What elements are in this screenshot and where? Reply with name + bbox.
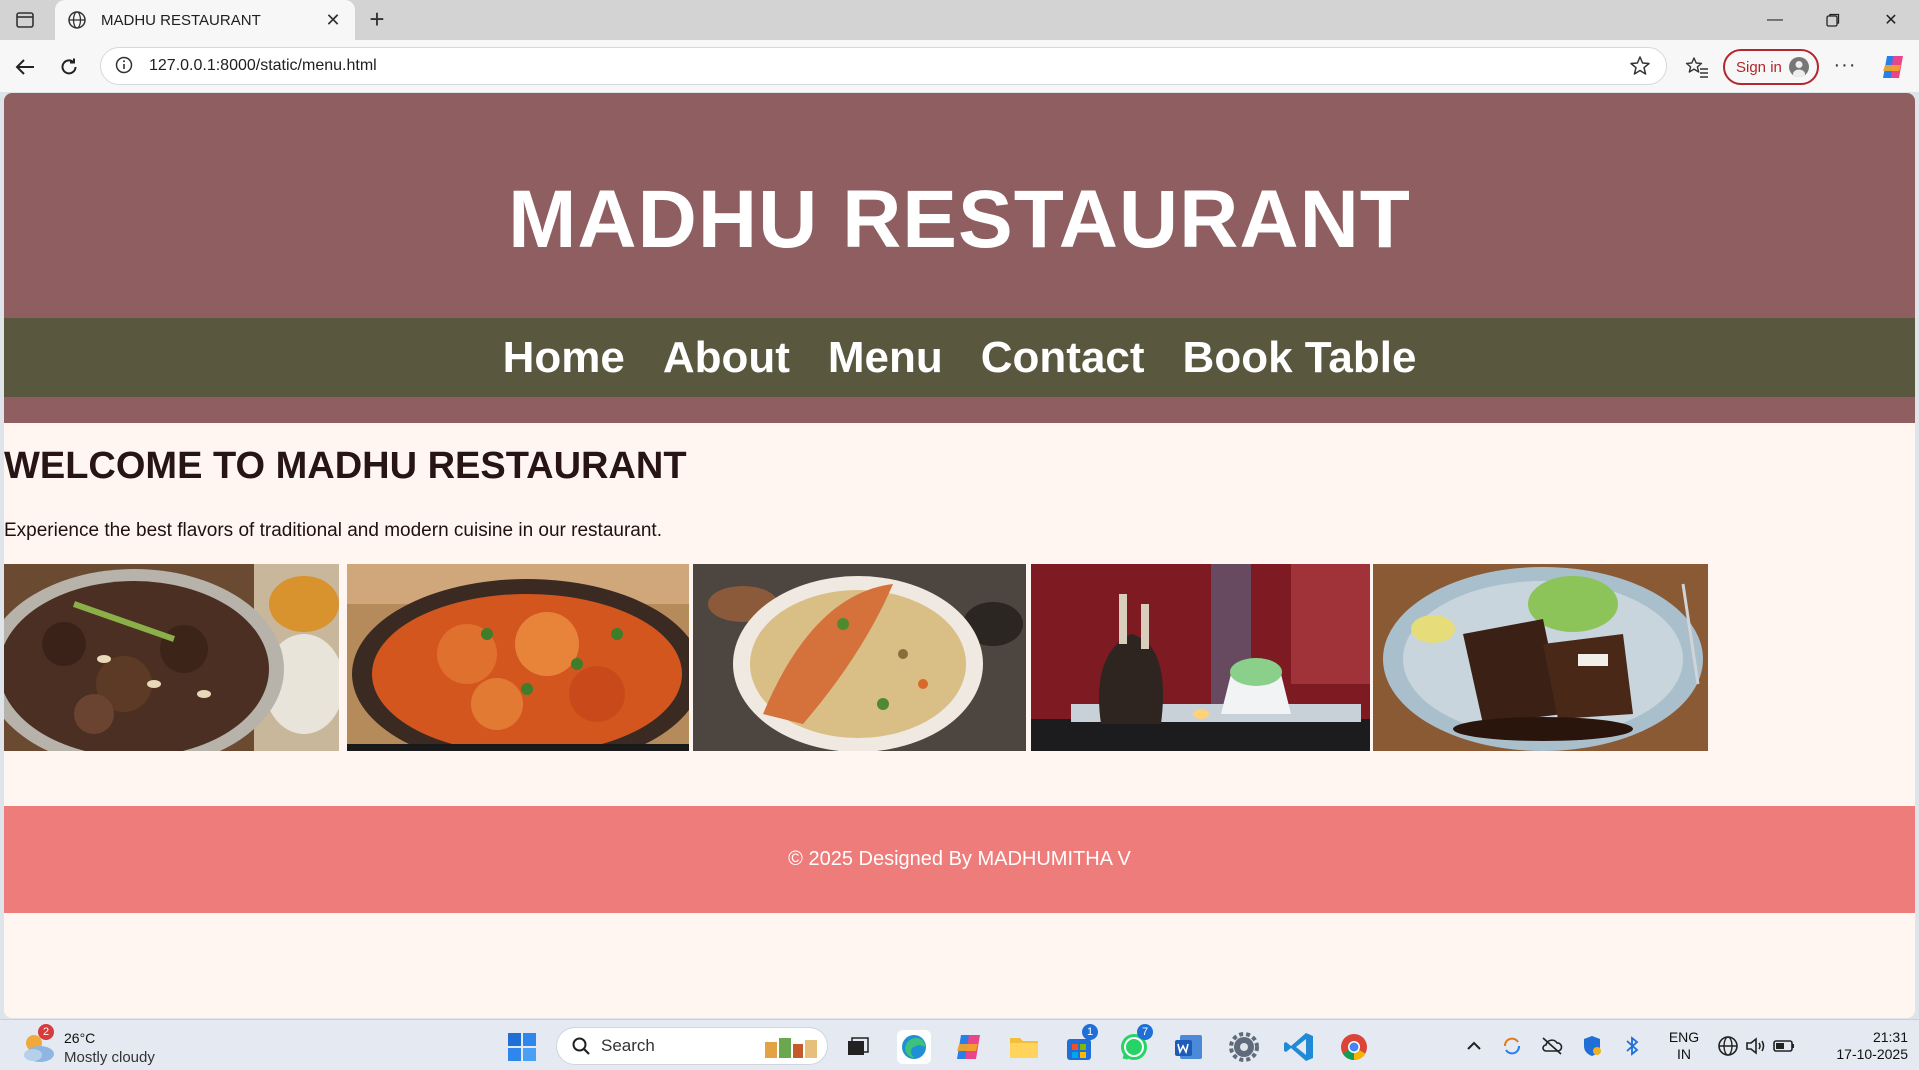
language-line1: ENG	[1668, 1029, 1700, 1045]
weather-temp: 26°C	[64, 1030, 96, 1046]
window-close-icon[interactable]: ✕	[1876, 8, 1906, 32]
nav-link-book-table[interactable]: Book Table	[1183, 333, 1417, 383]
site-header: MADHU RESTAURANT Home About Menu Contact…	[4, 93, 1915, 423]
info-icon[interactable]	[115, 56, 135, 76]
address-bar[interactable]: 127.0.0.1:8000/static/menu.html	[100, 47, 1667, 85]
word-icon[interactable]	[1172, 1030, 1206, 1064]
url-text[interactable]: 127.0.0.1:8000/static/menu.html	[149, 57, 1628, 75]
nav-link-home[interactable]: Home	[503, 333, 625, 383]
chevron-up-icon[interactable]	[1462, 1034, 1486, 1058]
favorites-button[interactable]	[1682, 53, 1712, 81]
battery-icon[interactable]	[1772, 1034, 1796, 1058]
back-button[interactable]	[10, 52, 40, 82]
weather-badge: 2	[38, 1024, 54, 1040]
pork-ribs-photo	[1373, 564, 1708, 751]
clock-date: 17-10-2025	[1836, 1046, 1908, 1062]
sidebar-icon	[16, 12, 34, 28]
nav-link-menu[interactable]: Menu	[828, 333, 943, 383]
star-icon[interactable]	[1628, 54, 1652, 78]
welcome-heading: WELCOME TO MADHU RESTAURANT	[4, 445, 687, 487]
plus-icon[interactable]: +	[363, 6, 391, 34]
settings-gear-icon[interactable]	[1227, 1030, 1261, 1064]
close-icon[interactable]: ✕	[323, 10, 343, 31]
weather-widget[interactable]: 2 26°C Mostly cloudy	[20, 1024, 180, 1068]
browser-tab-bar: MADHU RESTAURANT ✕ + — ✕	[0, 0, 1919, 40]
microsoft-store-icon[interactable]: 1	[1062, 1024, 1098, 1064]
language-indicator[interactable]: ENG IN	[1666, 1029, 1702, 1063]
copilot-icon[interactable]	[1878, 52, 1908, 82]
refresh-icon	[61, 58, 77, 75]
taskbar: 2 26°C Mostly cloudy Search 1 7 ENG IN 2…	[0, 1019, 1919, 1070]
nav-link-about[interactable]: About	[663, 333, 790, 383]
nav-link-contact[interactable]: Contact	[981, 333, 1145, 383]
page-viewport: MADHU RESTAURANT Home About Menu Contact…	[4, 93, 1915, 1018]
file-explorer-icon[interactable]	[1007, 1030, 1041, 1064]
edge-icon[interactable]	[897, 1030, 931, 1064]
footer-copyright: © 2025 Designed By MADHUMITHA V	[788, 848, 1131, 870]
sync-icon[interactable]	[1500, 1034, 1524, 1058]
sign-in-label: Sign in	[1736, 58, 1782, 76]
weather-condition: Mostly cloudy	[64, 1049, 155, 1066]
grilled-lamb-chops-photo	[1031, 564, 1370, 751]
globe-icon	[67, 10, 87, 30]
arrow-left-icon	[15, 59, 34, 75]
volume-icon[interactable]	[1744, 1034, 1768, 1058]
system-clock[interactable]: 21:31 17-10-2025	[1808, 1029, 1908, 1063]
task-view-icon[interactable]	[840, 1030, 874, 1064]
language-line2: IN	[1677, 1046, 1691, 1062]
vscode-icon[interactable]	[1282, 1030, 1316, 1064]
tab-title: MADHU RESTAURANT	[101, 11, 261, 29]
favorites-icon	[1685, 57, 1708, 78]
reload-button[interactable]	[54, 52, 84, 82]
network-globe-icon[interactable]	[1716, 1034, 1740, 1058]
sign-in-button[interactable]: Sign in	[1723, 49, 1819, 85]
whatsapp-badge: 7	[1137, 1024, 1153, 1040]
cloud-off-icon[interactable]	[1540, 1034, 1564, 1058]
tagline: Experience the best flavors of tradition…	[4, 520, 662, 541]
search-icon	[572, 1037, 590, 1055]
site-title: MADHU RESTAURANT	[508, 174, 1411, 265]
more-icon[interactable]: ···	[1830, 54, 1860, 80]
address-bar-row: 127.0.0.1:8000/static/menu.html Sign in …	[0, 40, 1919, 92]
fish-biryani-photo	[693, 564, 1026, 751]
active-tab[interactable]: MADHU RESTAURANT ✕	[55, 0, 355, 40]
whatsapp-icon[interactable]: 7	[1117, 1024, 1153, 1064]
search-label: Search	[601, 1036, 655, 1055]
avatar-icon	[1789, 57, 1809, 77]
store-badge: 1	[1082, 1024, 1098, 1040]
site-footer: © 2025 Designed By MADHUMITHA V	[4, 806, 1915, 913]
tab-actions-button[interactable]	[10, 8, 40, 32]
minimize-icon[interactable]: —	[1760, 8, 1790, 32]
chrome-icon[interactable]	[1337, 1030, 1371, 1064]
copilot-taskbar-icon[interactable]	[952, 1030, 986, 1064]
search-highlight-icon	[765, 1038, 817, 1058]
taskbar-search[interactable]: Search	[556, 1027, 828, 1065]
butter-chicken-photo	[347, 564, 689, 751]
site-nav: Home About Menu Contact Book Table	[4, 318, 1915, 397]
security-shield-icon[interactable]	[1580, 1034, 1604, 1058]
windows-start-icon[interactable]	[505, 1030, 539, 1064]
clock-time: 21:31	[1872, 1029, 1908, 1045]
bluetooth-icon[interactable]	[1620, 1034, 1644, 1058]
mutton-curry-photo	[4, 564, 339, 751]
restore-icon[interactable]	[1818, 8, 1848, 32]
